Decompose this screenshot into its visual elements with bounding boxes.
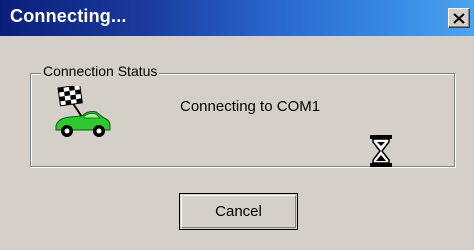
status-message: Connecting to COM1 xyxy=(180,98,321,115)
close-button[interactable] xyxy=(448,8,470,28)
group-label: Connection Status xyxy=(41,63,160,79)
race-car-checkered-flag-icon xyxy=(55,86,111,137)
title-bar[interactable]: Connecting... xyxy=(0,0,474,36)
window-title: Connecting... xyxy=(10,6,127,26)
hourglass-icon xyxy=(370,135,392,167)
cancel-button-label: Cancel xyxy=(215,203,262,220)
close-icon xyxy=(453,12,465,24)
connecting-dialog: Connecting... Connection Status Connecti… xyxy=(0,0,474,250)
cancel-button[interactable]: Cancel xyxy=(179,193,298,230)
